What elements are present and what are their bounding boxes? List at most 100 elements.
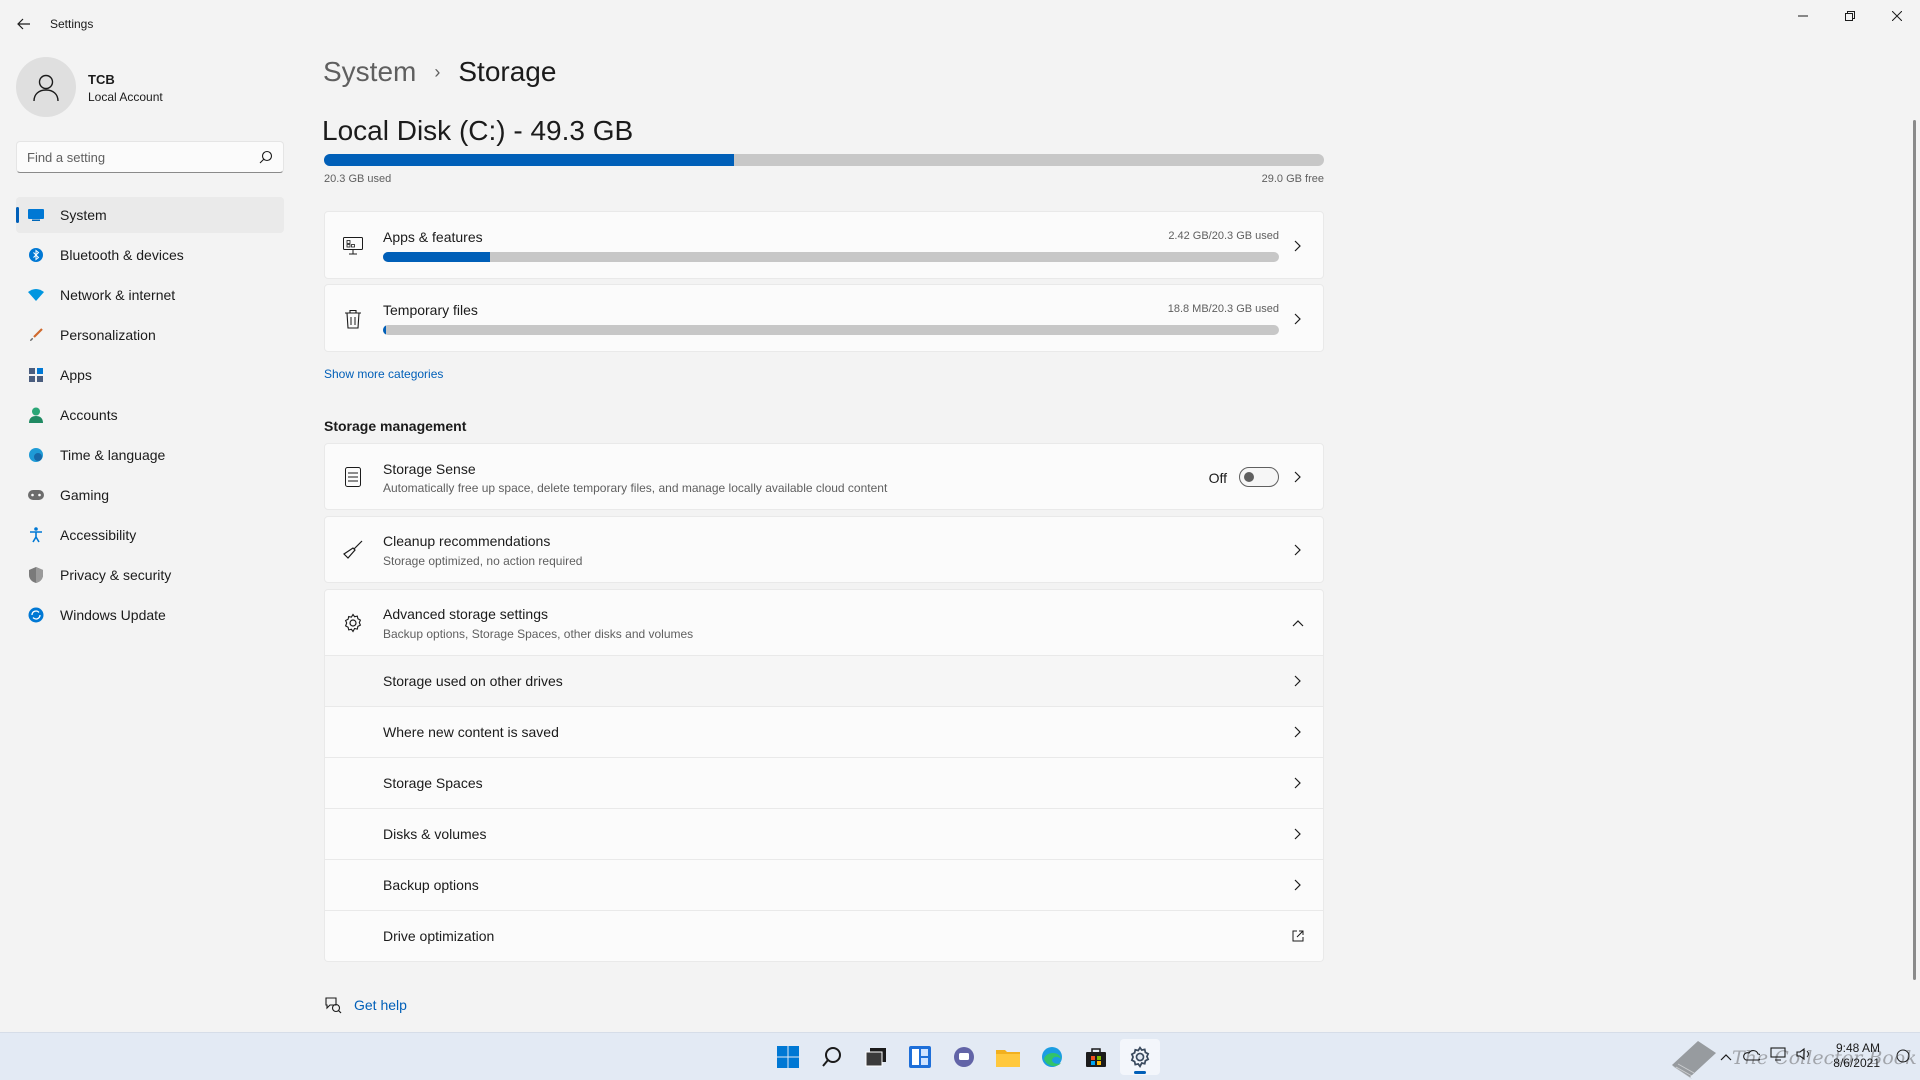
scrollbar[interactable] bbox=[1913, 120, 1916, 980]
sidebar-item-label: Windows Update bbox=[60, 607, 166, 623]
chevron-up-icon[interactable] bbox=[1720, 1048, 1732, 1066]
bluetooth-icon bbox=[28, 247, 44, 263]
widgets-icon[interactable] bbox=[900, 1039, 940, 1075]
volume-icon[interactable] bbox=[1796, 1047, 1812, 1066]
toggle-knob bbox=[1244, 472, 1254, 482]
card-title: Storage Sense bbox=[383, 461, 476, 477]
notification-icon[interactable] bbox=[1896, 1049, 1910, 1068]
show-more-categories-link[interactable]: Show more categories bbox=[324, 367, 443, 381]
sidebar-item-label: Network & internet bbox=[60, 287, 176, 303]
teams-chat-icon[interactable] bbox=[944, 1039, 984, 1075]
sidebar-item-bluetooth[interactable]: Bluetooth & devices bbox=[16, 237, 284, 273]
sidebar-item-gaming[interactable]: Gaming bbox=[16, 477, 284, 513]
system-icon bbox=[28, 207, 44, 223]
apps-icon bbox=[28, 367, 44, 383]
chevron-right-icon bbox=[1291, 543, 1305, 557]
list-item-label: Storage Spaces bbox=[383, 775, 483, 791]
sidebar-item-accounts[interactable]: Accounts bbox=[16, 397, 284, 433]
globe-icon bbox=[28, 447, 44, 463]
back-button[interactable] bbox=[12, 12, 36, 36]
list-item-label: Storage used on other drives bbox=[383, 673, 563, 689]
network-icon[interactable] bbox=[1770, 1047, 1786, 1066]
sidebar-item-apps[interactable]: Apps bbox=[16, 357, 284, 393]
category-apps-features[interactable]: Apps & features 2.42 GB/20.3 GB used bbox=[324, 211, 1324, 279]
person-avatar-icon bbox=[33, 74, 59, 102]
storage-sense-icon bbox=[341, 465, 365, 489]
sidebar-item-network[interactable]: Network & internet bbox=[16, 277, 284, 313]
brush-icon bbox=[28, 327, 44, 343]
search-icon[interactable] bbox=[259, 150, 273, 164]
get-help-link[interactable]: Get help bbox=[324, 996, 407, 1014]
user-account-type: Local Account bbox=[88, 90, 163, 104]
sidebar-item-windows-update[interactable]: Windows Update bbox=[16, 597, 284, 633]
storage-other-drives-item[interactable]: Storage used on other drives bbox=[324, 656, 1324, 707]
chevron-right-icon bbox=[1291, 827, 1305, 841]
sidebar-item-label: Personalization bbox=[60, 327, 156, 343]
card-description: Backup options, Storage Spaces, other di… bbox=[383, 627, 694, 641]
avatar[interactable] bbox=[16, 57, 76, 117]
chevron-right-icon bbox=[1291, 312, 1305, 326]
sidebar-item-personalization[interactable]: Personalization bbox=[16, 317, 284, 353]
clock-time: 9:48 AM bbox=[1835, 1041, 1880, 1055]
disks-volumes-item[interactable]: Disks & volumes bbox=[324, 809, 1324, 860]
sidebar-item-privacy[interactable]: Privacy & security bbox=[16, 557, 284, 593]
sidebar-item-label: Privacy & security bbox=[60, 567, 172, 583]
task-view-icon[interactable] bbox=[856, 1039, 896, 1075]
chevron-right-icon bbox=[1291, 725, 1305, 739]
storage-sense-card[interactable]: Storage Sense Automatically free up spac… bbox=[324, 443, 1324, 510]
onedrive-icon[interactable] bbox=[1742, 1048, 1762, 1066]
accessibility-icon bbox=[28, 527, 44, 543]
category-temporary-files[interactable]: Temporary files 18.8 MB/20.3 GB used bbox=[324, 284, 1324, 352]
chevron-right-icon bbox=[1291, 674, 1305, 688]
store-icon[interactable] bbox=[1076, 1039, 1116, 1075]
settings-icon[interactable] bbox=[1120, 1039, 1160, 1075]
taskbar-apps bbox=[768, 1039, 1164, 1075]
new-content-saved-item[interactable]: Where new content is saved bbox=[324, 707, 1324, 758]
category-usage-bar bbox=[383, 325, 1279, 335]
disk-usage-bar bbox=[324, 154, 1324, 166]
windows-start-icon[interactable] bbox=[768, 1039, 808, 1075]
wifi-icon bbox=[28, 287, 44, 303]
search-icon[interactable] bbox=[812, 1039, 852, 1075]
chevron-right-icon bbox=[1291, 878, 1305, 892]
gear-icon bbox=[341, 611, 365, 635]
disk-free-label: 29.0 GB free bbox=[1261, 173, 1324, 185]
storage-spaces-item[interactable]: Storage Spaces bbox=[324, 758, 1324, 809]
chevron-up-icon bbox=[1291, 616, 1305, 630]
get-help-label: Get help bbox=[354, 997, 407, 1013]
broom-icon bbox=[341, 538, 365, 562]
toggle-state-label: Off bbox=[1208, 470, 1227, 486]
restore-button[interactable] bbox=[1827, 0, 1873, 32]
breadcrumb: System › Storage bbox=[323, 56, 556, 88]
close-icon bbox=[1892, 11, 1902, 21]
search-box[interactable] bbox=[16, 141, 284, 173]
card-title: Cleanup recommendations bbox=[383, 533, 551, 549]
backup-options-item[interactable]: Backup options bbox=[324, 860, 1324, 911]
close-button[interactable] bbox=[1874, 0, 1920, 32]
sidebar-item-system[interactable]: System bbox=[16, 197, 284, 233]
list-item-label: Drive optimization bbox=[383, 928, 495, 944]
sidebar-item-label: Accounts bbox=[60, 407, 118, 423]
sidebar-item-label: Gaming bbox=[60, 487, 110, 503]
minimize-button[interactable] bbox=[1780, 0, 1826, 32]
list-item-label: Backup options bbox=[383, 877, 479, 893]
category-usage: 18.8 MB/20.3 GB used bbox=[1167, 303, 1279, 315]
drive-optimization-item[interactable]: Drive optimization bbox=[324, 911, 1324, 962]
edge-icon[interactable] bbox=[1032, 1039, 1072, 1075]
external-link-icon bbox=[1291, 929, 1305, 943]
sidebar-item-time-language[interactable]: Time & language bbox=[16, 437, 284, 473]
sidebar-item-accessibility[interactable]: Accessibility bbox=[16, 517, 284, 553]
list-item-label: Where new content is saved bbox=[383, 724, 559, 740]
cleanup-recommendations-card[interactable]: Cleanup recommendations Storage optimize… bbox=[324, 516, 1324, 583]
advanced-storage-settings-card[interactable]: Advanced storage settings Backup options… bbox=[324, 589, 1324, 656]
restore-icon bbox=[1845, 11, 1855, 21]
breadcrumb-parent[interactable]: System bbox=[323, 56, 416, 88]
category-title: Temporary files bbox=[383, 302, 478, 318]
storage-sense-toggle[interactable] bbox=[1239, 467, 1279, 487]
search-input[interactable] bbox=[17, 142, 247, 172]
system-tray bbox=[1720, 1047, 1812, 1066]
taskbar-clock[interactable]: 9:48 AM 8/6/2021 bbox=[1833, 1041, 1880, 1071]
chevron-right-icon bbox=[1291, 239, 1305, 253]
file-explorer-icon[interactable] bbox=[988, 1039, 1028, 1075]
sidebar-item-label: Time & language bbox=[60, 447, 166, 463]
